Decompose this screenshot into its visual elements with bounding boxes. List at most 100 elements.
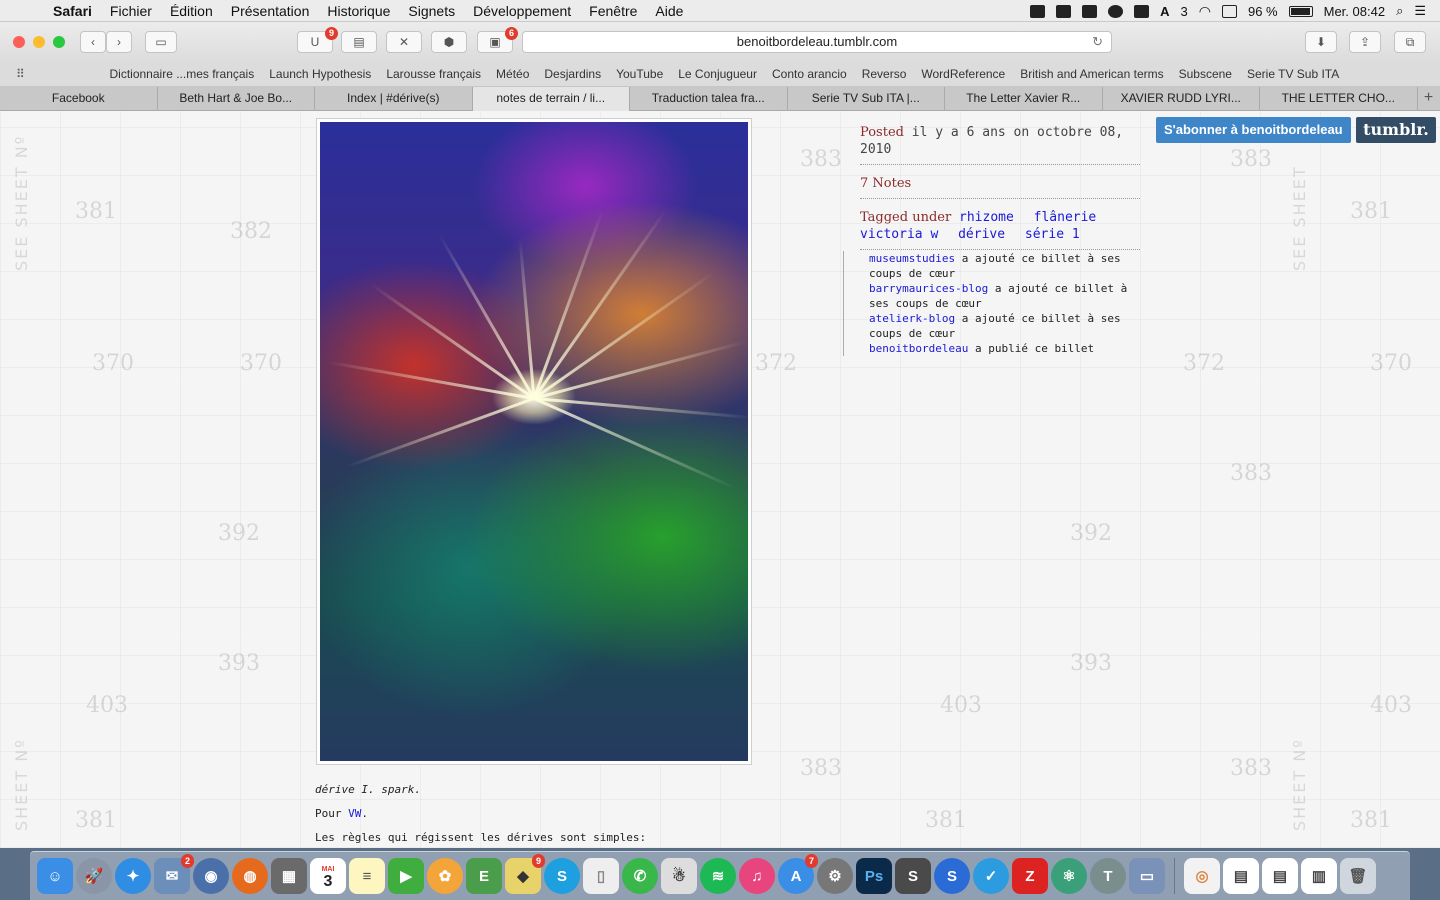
mail-icon[interactable]: ✉ 2	[154, 854, 194, 894]
post-photo-light-trails[interactable]	[320, 122, 748, 761]
sidebar-toggle-icon[interactable]: ▭	[145, 31, 177, 53]
tab-beth-hart[interactable]: Beth Hart & Joe Bo...	[158, 87, 315, 111]
fav-dictionnaire[interactable]: Dictionnaire ...mes français	[102, 67, 262, 81]
adobe-icon[interactable]: A	[1160, 4, 1169, 19]
new-tab-button[interactable]: +	[1418, 87, 1440, 110]
minimize-window-button[interactable]	[33, 36, 45, 48]
finder-icon[interactable]: ☺	[37, 858, 73, 894]
reload-icon[interactable]: ↻	[1092, 32, 1103, 52]
tag-link-flanerie[interactable]: flânerie	[1034, 210, 1097, 225]
fav-youtube[interactable]: YouTube	[609, 67, 671, 81]
tag-link-victoria-w[interactable]: victoria w	[860, 227, 938, 242]
scrivener-icon[interactable]: S	[895, 858, 931, 894]
evernote-icon[interactable]: E	[466, 858, 502, 894]
downloads-icon[interactable]: ⬇	[1305, 31, 1337, 53]
tag-link-serie-1[interactable]: série 1	[1025, 227, 1080, 242]
battery-icon[interactable]	[1288, 5, 1313, 17]
notes-count[interactable]: 7 Notes	[860, 176, 911, 191]
zoom-window-button[interactable]	[53, 36, 65, 48]
facetime-icon[interactable]: ▶	[388, 858, 424, 894]
alfred-icon[interactable]	[1134, 4, 1150, 18]
note-user-link[interactable]: atelierk-blog	[869, 312, 955, 325]
dropbox-icon[interactable]	[1056, 4, 1072, 18]
tab-traduction-talea[interactable]: Traduction talea fra...	[630, 87, 788, 111]
tab-serie-tv-sub-ita[interactable]: Serie TV Sub ITA |...	[788, 87, 945, 111]
document-icon[interactable]: ▯	[583, 858, 619, 894]
menu-signets[interactable]: Signets	[399, 3, 464, 19]
menu-presentation[interactable]: Présentation	[222, 3, 319, 19]
extension-icon[interactable]: ▣ 6	[477, 27, 518, 53]
share-icon[interactable]: ⇪	[1349, 31, 1381, 53]
shazam-icon[interactable]: S	[934, 858, 970, 894]
photoshop-icon[interactable]: Ps	[856, 858, 892, 894]
adblock-icon[interactable]: ⬢	[431, 31, 467, 53]
sync-icon[interactable]	[1108, 4, 1124, 18]
preview-icon[interactable]: ▭	[1129, 858, 1165, 894]
wunderlist-icon[interactable]: ✓	[973, 858, 1009, 894]
app-store-icon[interactable]: A7	[778, 854, 818, 894]
close-window-button[interactable]	[13, 36, 25, 48]
forward-button[interactable]: ›	[106, 31, 132, 53]
menu-app-name[interactable]: Safari	[44, 3, 101, 19]
ghostery-icon[interactable]: ✕	[386, 31, 422, 53]
fav-larousse[interactable]: Larousse français	[379, 67, 489, 81]
tab-xavier-rudd-lyrics[interactable]: XAVIER RUDD LYRI...	[1103, 87, 1260, 111]
tab-the-letter-xavier[interactable]: The Letter Xavier R...	[945, 87, 1103, 111]
note-user-link[interactable]: benoitbordeleau	[869, 342, 968, 355]
itunes-icon[interactable]: ♫	[739, 858, 775, 894]
calendar-icon[interactable]: MAI 3	[310, 858, 346, 894]
notes-icon[interactable]: ≡	[349, 858, 385, 894]
spotify-icon[interactable]: ≋	[700, 858, 736, 894]
launchpad-icon[interactable]: 🚀	[76, 858, 112, 894]
fav-desjardins[interactable]: Desjardins	[537, 67, 609, 81]
thunderbird-icon[interactable]: ◉	[193, 858, 229, 894]
firefox-icon[interactable]: ◍	[232, 858, 268, 894]
screenshot-thumbnail-icon[interactable]: ▤	[1223, 858, 1259, 894]
fav-subscene[interactable]: Subscene	[1171, 67, 1239, 81]
caption-vw-link[interactable]: VW	[348, 807, 361, 820]
whatsapp-icon[interactable]: ✆	[622, 858, 658, 894]
menu-aide[interactable]: Aide	[646, 3, 692, 19]
downloads-stack-icon[interactable]: ▥	[1301, 858, 1337, 894]
fav-launch-hypothesis[interactable]: Launch Hypothesis	[262, 67, 379, 81]
clock[interactable]: Mer. 08:42	[1324, 4, 1385, 19]
menu-historique[interactable]: Historique	[318, 3, 399, 19]
document-thumbnail-icon[interactable]: ▤	[1262, 858, 1298, 894]
back-button[interactable]: ‹	[80, 31, 106, 53]
address-bar[interactable]: benoitbordeleau.tumblr.com ↻	[522, 31, 1112, 53]
system-preferences-icon[interactable]: ⚙	[817, 858, 853, 894]
fav-meteo[interactable]: Météo	[489, 67, 537, 81]
wifi-icon[interactable]: ◠	[1199, 3, 1211, 20]
fav-reverso[interactable]: Reverso	[854, 67, 914, 81]
subscribe-button[interactable]: S'abonner à benoitbordeleau	[1156, 117, 1351, 143]
trash-icon[interactable]: 🗑	[1340, 858, 1376, 894]
tabs-overview-icon[interactable]: ⧉	[1394, 31, 1426, 53]
menu-fichier[interactable]: Fichier	[101, 3, 161, 19]
skype-icon[interactable]: S	[544, 858, 580, 894]
menu-fenetre[interactable]: Fenêtre	[580, 3, 646, 19]
fav-british-american-terms[interactable]: British and American terms	[1013, 67, 1171, 81]
safari-icon[interactable]: ✦	[115, 858, 151, 894]
tag-link-rhizome[interactable]: rhizome	[959, 210, 1014, 225]
note-user-link[interactable]: barrymaurices-blog	[869, 282, 988, 295]
ublock-extension-icon[interactable]: U9	[297, 27, 338, 53]
tab-index-derives[interactable]: Index | #dérive(s)	[315, 87, 473, 111]
zotero-icon[interactable]: Z	[1012, 858, 1048, 894]
fav-conto-arancio[interactable]: Conto arancio	[764, 67, 854, 81]
calculator-icon[interactable]: ▦	[271, 858, 307, 894]
drive-icon[interactable]	[1082, 4, 1098, 18]
tab-facebook[interactable]: Facebook	[0, 87, 158, 111]
tumblr-logo[interactable]: tumblr.	[1356, 117, 1436, 143]
ibooks-icon[interactable]: ◎	[1184, 858, 1220, 894]
note-user-link[interactable]: museumstudies	[869, 252, 955, 265]
menu-edition[interactable]: Édition	[161, 3, 222, 19]
top-sites-icon[interactable]: ⠿	[16, 67, 36, 81]
atom-icon[interactable]: ⚛	[1051, 858, 1087, 894]
reader-icon[interactable]: ▤	[341, 31, 377, 53]
fav-wordreference[interactable]: WordReference	[914, 67, 1013, 81]
notification-center-icon[interactable]: ☰	[1414, 3, 1426, 19]
spotlight-icon[interactable]: ⌕	[1396, 3, 1403, 19]
tex-icon[interactable]: T	[1090, 858, 1126, 894]
character-app-icon[interactable]: ☃	[661, 858, 697, 894]
evernote-icon[interactable]	[1030, 4, 1046, 18]
